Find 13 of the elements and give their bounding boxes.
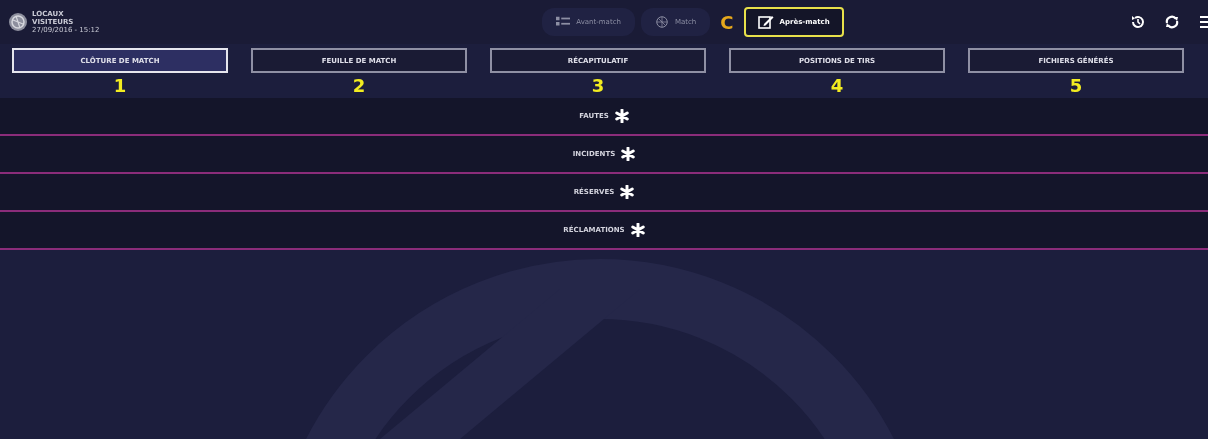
ball-icon (654, 16, 669, 28)
annotation-number: 2 (352, 75, 366, 96)
annotation-number: 4 (830, 75, 844, 96)
annotation-number: 5 (1069, 75, 1083, 96)
list-icon (556, 16, 571, 28)
menu-icon[interactable] (1198, 14, 1208, 30)
annotation-label: C (720, 11, 734, 33)
annotation-number: 1 (113, 75, 127, 96)
edit-icon (757, 14, 774, 30)
ball-logo-icon (8, 12, 28, 32)
history-icon[interactable] (1130, 14, 1146, 30)
annotation-number: 3 (591, 75, 605, 96)
refresh-icon[interactable] (1164, 14, 1180, 30)
